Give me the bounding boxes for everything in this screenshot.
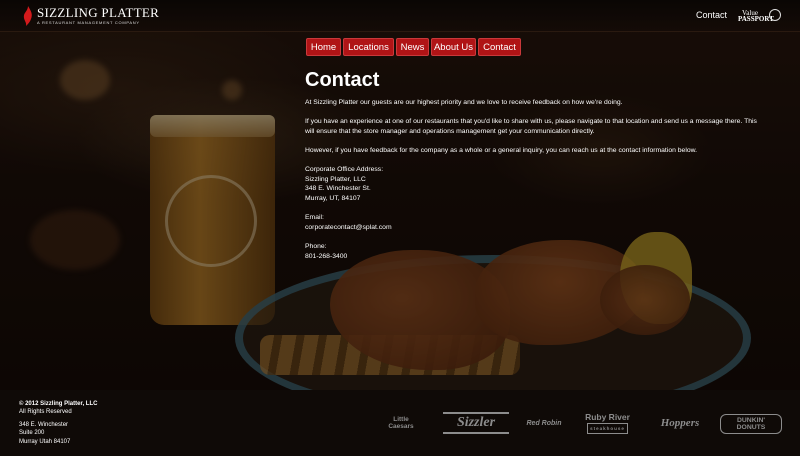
intro-paragraph: At Sizzling Platter our guests are our h… [305, 99, 623, 106]
dunkin-donuts-logo[interactable]: DUNKIN' DONUTS [720, 414, 782, 434]
experience-paragraph: If you have an experience at one of our … [305, 118, 757, 135]
nav-contact[interactable]: Contact [478, 38, 521, 56]
email-label: Email: [305, 214, 324, 222]
main-content: Contact At Sizzling Platter our guests a… [305, 68, 760, 271]
sizzler-logo[interactable]: Sizzler [443, 412, 509, 434]
footer: © 2012 Sizzling Platter, LLC All Rights … [0, 390, 800, 456]
main-nav: Home Locations News About Us Contact [306, 38, 521, 56]
rights-text: All Rights Reserved [19, 409, 72, 415]
copyright-text: © 2012 Sizzling Platter, LLC [19, 401, 98, 407]
little-caesars-line2: Caesars [388, 423, 414, 430]
address-block: Corporate Office Address: Sizzling Platt… [305, 165, 760, 203]
dunkin-line1: DUNKIN' [736, 417, 766, 424]
nav-home[interactable]: Home [306, 38, 341, 56]
address-name: Sizzling Platter, LLC [305, 175, 366, 183]
nav-about-us[interactable]: About Us [431, 38, 476, 56]
phone-block: Phone: 801-268-3400 [305, 242, 760, 261]
address-city: Murray, UT, 84107 [305, 194, 361, 202]
little-caesars-logo[interactable]: Little Caesars [372, 409, 430, 437]
red-robin-logo[interactable]: Red Robin [526, 409, 562, 437]
ruby-river-sub: steakhouse [587, 422, 628, 434]
little-caesars-line1: Little [393, 416, 409, 423]
hoppers-logo[interactable]: Hoppers [655, 409, 705, 437]
dunkin-line2: DONUTS [736, 424, 766, 431]
site-logo[interactable]: SIZZLING PLATTER A RESTAURANT MANAGEMENT… [22, 6, 159, 26]
nav-locations[interactable]: Locations [343, 38, 394, 56]
footer-address-line2: Suite 200 [19, 430, 45, 437]
address-label: Corporate Office Address: [305, 166, 384, 174]
phone-number: 801-268-3400 [305, 252, 348, 260]
ruby-river-logo[interactable]: Ruby River steakhouse [575, 409, 640, 437]
address-street: 348 E. Winchester St. [305, 185, 371, 193]
email-block: Email: corporatecontact@splat.com [305, 213, 760, 232]
value-passport-link[interactable]: Value PASSPORT [738, 9, 782, 23]
ruby-river-name: Ruby River [585, 411, 630, 422]
feedback-paragraph: However, if you have feedback for the co… [305, 146, 698, 154]
footer-address: 348 E. Winchester Suite 200 Murray Utah … [19, 421, 70, 446]
copyright-block: © 2012 Sizzling Platter, LLC All Rights … [19, 400, 97, 416]
top-bar: SIZZLING PLATTER A RESTAURANT MANAGEMENT… [0, 0, 800, 32]
email-link[interactable]: corporatecontact@splat.com [305, 224, 392, 231]
flame-icon [23, 6, 32, 26]
logo-subtitle: A RESTAURANT MANAGEMENT COMPANY [37, 20, 140, 25]
nav-news[interactable]: News [396, 38, 429, 56]
footer-address-line1: 348 E. Winchester [19, 422, 69, 428]
logo-title: SIZZLING PLATTER [37, 5, 160, 20]
passport-seal-icon [769, 9, 781, 21]
page-title: Contact [305, 69, 380, 91]
footer-address-line3: Murray Utah 84107 [19, 438, 71, 445]
phone-label: Phone: [305, 242, 327, 250]
header-contact-link[interactable]: Contact [696, 10, 727, 20]
